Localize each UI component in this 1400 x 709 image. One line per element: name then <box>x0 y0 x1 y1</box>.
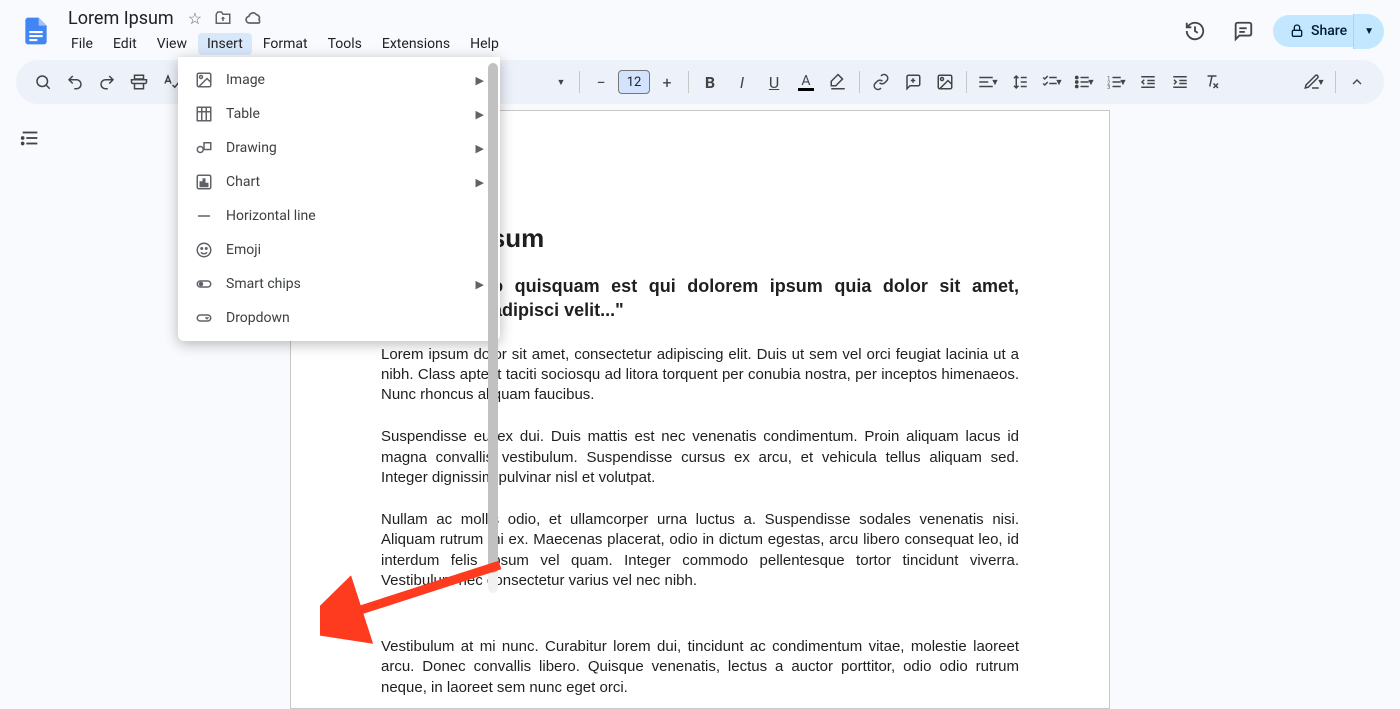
font-size-input[interactable]: 12 <box>618 70 650 94</box>
insert-menu-table[interactable]: Table▶ <box>178 97 500 131</box>
menu-view[interactable]: View <box>148 33 196 55</box>
menubar: FileEditViewInsertFormatToolsExtensionsH… <box>62 31 1177 57</box>
document-paragraph: Lorem ipsum dolor sit amet, consectetur … <box>381 345 1019 406</box>
bulleted-list-button[interactable]: ▼ <box>1069 67 1099 97</box>
menu-file[interactable]: File <box>62 33 102 55</box>
insert-menu-smart-chips[interactable]: Smart chips▶ <box>178 267 500 301</box>
highlight-color-button[interactable] <box>823 67 853 97</box>
menu-item-label: Drawing <box>226 140 476 156</box>
menu-item-label: Emoji <box>226 242 484 258</box>
italic-button[interactable]: I <box>727 67 757 97</box>
insert-menu-emoji[interactable]: Emoji <box>178 233 500 267</box>
numbered-list-button[interactable]: 123▼ <box>1101 67 1131 97</box>
share-label: Share <box>1311 23 1347 39</box>
star-icon[interactable]: ☆ <box>188 9 202 28</box>
document-paragraph: Suspendisse eu ex dui. Duis mattis est n… <box>381 427 1019 488</box>
insert-menu-dropdown[interactable]: Dropdown <box>178 301 500 335</box>
insert-menu-drawing[interactable]: Drawing▶ <box>178 131 500 165</box>
text-color-button[interactable]: A <box>791 67 821 97</box>
history-icon[interactable] <box>1177 13 1213 49</box>
image-icon <box>194 70 214 90</box>
decrease-font-size-button[interactable]: − <box>586 67 616 97</box>
drawing-icon <box>194 138 214 158</box>
insert-menu-horizontal-line[interactable]: Horizontal line <box>178 199 500 233</box>
decrease-indent-button[interactable] <box>1133 67 1163 97</box>
insert-image-button[interactable] <box>930 67 960 97</box>
document-paragraph: Vestibulum at mi nunc. Curabitur lorem d… <box>381 637 1019 698</box>
submenu-arrow-icon: ▶ <box>476 108 484 121</box>
submenu-arrow-icon: ▶ <box>476 176 484 189</box>
menu-item-label: Horizontal line <box>226 208 484 224</box>
collapse-toolbar-button[interactable] <box>1342 67 1372 97</box>
table-icon <box>194 104 214 124</box>
svg-text:3: 3 <box>1107 85 1110 91</box>
comments-icon[interactable] <box>1225 13 1261 49</box>
insert-menu-image[interactable]: Image▶ <box>178 63 500 97</box>
increase-font-size-button[interactable]: + <box>652 67 682 97</box>
print-button[interactable] <box>124 67 154 97</box>
menu-insert[interactable]: Insert <box>198 33 252 55</box>
submenu-arrow-icon: ▶ <box>476 74 484 87</box>
menu-item-label: Smart chips <box>226 276 476 292</box>
app-header: Lorem Ipsum ☆ FileEditViewInsertFormatTo… <box>0 0 1400 56</box>
menu-item-label: Image <box>226 72 476 88</box>
menu-edit[interactable]: Edit <box>104 33 146 55</box>
cloud-status-icon[interactable] <box>244 8 264 28</box>
move-icon[interactable] <box>214 9 232 27</box>
dropdown-icon <box>194 308 214 328</box>
menu-extensions[interactable]: Extensions <box>373 33 459 55</box>
menu-item-label: Dropdown <box>226 310 484 326</box>
menu-item-label: Chart <box>226 174 476 190</box>
clear-formatting-button[interactable] <box>1197 67 1227 97</box>
share-button[interactable]: Share <box>1273 15 1363 47</box>
undo-button[interactable] <box>60 67 90 97</box>
lock-icon <box>1289 23 1305 39</box>
menu-item-label: Table <box>226 106 476 122</box>
smart-chips-icon <box>194 274 214 294</box>
line-spacing-button[interactable] <box>1005 67 1035 97</box>
bold-button[interactable]: B <box>695 67 725 97</box>
underline-button[interactable]: U <box>759 67 789 97</box>
submenu-arrow-icon: ▶ <box>476 142 484 155</box>
editing-mode-button[interactable]: ▼ <box>1299 67 1329 97</box>
horizontal-line-icon <box>194 206 214 226</box>
insert-link-button[interactable] <box>866 67 896 97</box>
share-dropdown-button[interactable]: ▼ <box>1353 14 1384 49</box>
document-title[interactable]: Lorem Ipsum <box>62 6 180 31</box>
submenu-arrow-icon: ▶ <box>476 278 484 291</box>
emoji-icon <box>194 240 214 260</box>
add-comment-button[interactable] <box>898 67 928 97</box>
insert-menu-dropdown: Image▶Table▶Drawing▶Chart▶Horizontal lin… <box>178 57 500 341</box>
docs-logo[interactable] <box>16 11 56 51</box>
checklist-button[interactable]: ▼ <box>1037 67 1067 97</box>
increase-indent-button[interactable] <box>1165 67 1195 97</box>
styles-dropdown[interactable]: ▼ <box>553 67 573 97</box>
menu-tools[interactable]: Tools <box>319 33 371 55</box>
align-button[interactable]: ▼ <box>973 67 1003 97</box>
chart-icon <box>194 172 214 192</box>
document-paragraph: Nullam ac mollis odio, et ullamcorper ur… <box>381 510 1019 591</box>
search-menus-button[interactable] <box>28 67 58 97</box>
redo-button[interactable] <box>92 67 122 97</box>
insert-menu-chart[interactable]: Chart▶ <box>178 165 500 199</box>
menu-help[interactable]: Help <box>461 33 508 55</box>
menu-format[interactable]: Format <box>254 33 317 55</box>
